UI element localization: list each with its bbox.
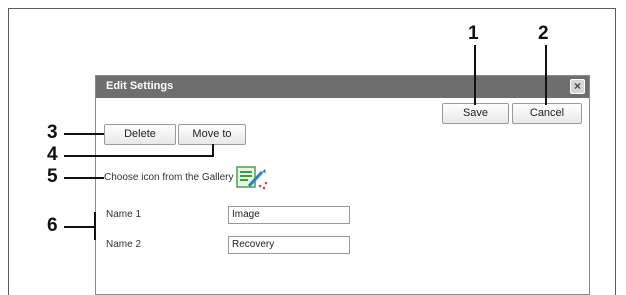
- dialog-title: Edit Settings: [106, 80, 174, 92]
- name1-field[interactable]: Image: [228, 206, 350, 224]
- save-button[interactable]: Save: [442, 103, 509, 124]
- edit-picture-icon[interactable]: [235, 164, 269, 192]
- name2-label: Name 2: [106, 239, 142, 250]
- name1-label: Name 1: [106, 209, 142, 220]
- name2-field[interactable]: Recovery: [228, 236, 350, 254]
- callout-3-line: [64, 133, 104, 135]
- callout-5: 5: [47, 166, 58, 187]
- callout-2-line: [545, 45, 547, 105]
- cancel-button[interactable]: Cancel: [512, 103, 582, 124]
- dialog-titlebar: Edit Settings ×: [96, 76, 589, 98]
- move-to-button[interactable]: Move to: [178, 124, 246, 145]
- callout-4-line-h: [64, 155, 214, 157]
- gallery-label: Choose icon from the Gallery: [104, 172, 234, 183]
- callout-2: 2: [538, 23, 549, 44]
- callout-5-line: [64, 177, 104, 179]
- callout-4-line-v: [212, 144, 214, 157]
- callout-1-line: [474, 45, 476, 105]
- callout-1: 1: [468, 23, 479, 44]
- callout-3: 3: [47, 122, 58, 143]
- callout-6-line: [64, 226, 96, 228]
- callout-6-bracket: [94, 212, 96, 240]
- callout-6: 6: [47, 215, 58, 236]
- close-button[interactable]: ×: [570, 79, 585, 94]
- delete-button[interactable]: Delete: [104, 124, 176, 145]
- callout-4: 4: [47, 144, 58, 165]
